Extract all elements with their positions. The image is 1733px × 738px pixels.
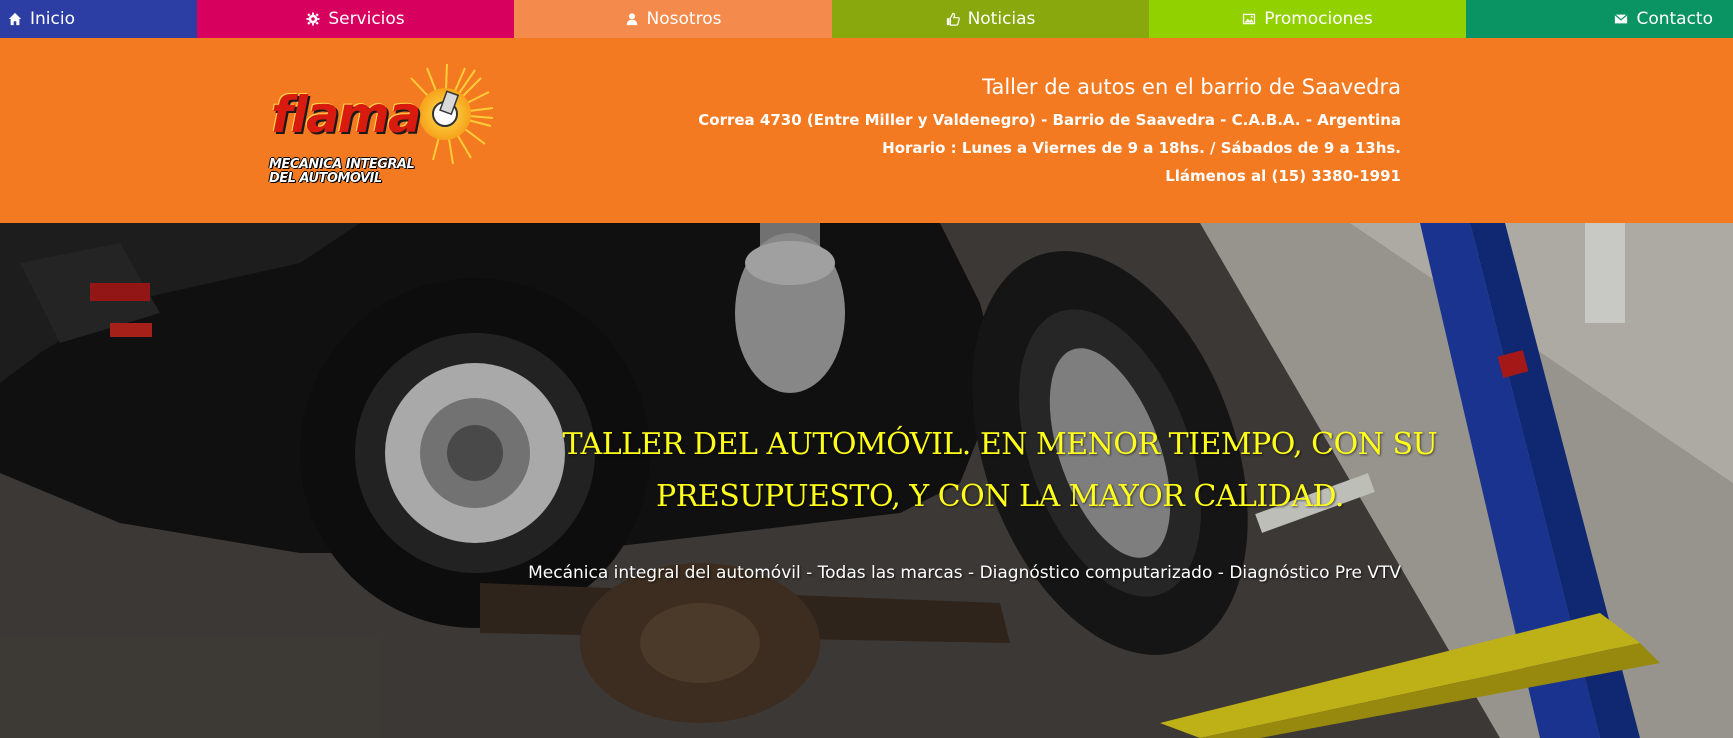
thumbs-up-icon [946, 12, 960, 26]
nav-item-inicio[interactable]: Inicio [0, 0, 197, 38]
nav-item-contacto[interactable]: Contacto [1466, 0, 1733, 38]
contact-info: Taller de autos en el barrio de Saavedra… [698, 74, 1401, 190]
envelope-icon [1614, 12, 1628, 26]
user-icon [625, 12, 639, 26]
nav-item-noticias[interactable]: Noticias [832, 0, 1149, 38]
nav-label-contacto: Contacto [1636, 9, 1713, 29]
hero-subline: Mecánica integral del automóvil - Todas … [528, 563, 1401, 583]
main-nav: Inicio Servicios Nosotros Noticias Promo… [0, 0, 1733, 38]
opening-hours: Horario : Lunes a Viernes de 9 a 18hs. /… [882, 139, 1401, 157]
nav-label-nosotros: Nosotros [646, 9, 722, 29]
hero-banner: TALLER DEL AUTOMÓVIL. EN MENOR TIEMPO, C… [0, 223, 1733, 738]
nav-label-servicios: Servicios [328, 9, 405, 29]
logo-subtitle-line1: MECANICA INTEGRAL [269, 157, 415, 172]
nav-item-promociones[interactable]: Promociones [1149, 0, 1466, 38]
home-icon [8, 12, 22, 26]
logo-subtitle-line2: DEL AUTOMOVIL [269, 171, 382, 186]
nav-item-servicios[interactable]: Servicios [197, 0, 514, 38]
hero-headline: TALLER DEL AUTOMÓVIL. EN MENOR TIEMPO, C… [562, 427, 1438, 514]
gear-icon [306, 12, 320, 26]
address: Correa 4730 (Entre Miller y Valdenegro) … [698, 111, 1401, 129]
nav-label-promociones: Promociones [1264, 9, 1373, 29]
nav-label-inicio: Inicio [30, 9, 75, 29]
phone-number: Llámenos al (15) 3380-1991 [1165, 167, 1401, 185]
site-header: flama MECANICA INTEGRAL DEL AUTOMOVIL Ta… [0, 38, 1733, 223]
logo-brand: flama [271, 86, 421, 144]
tagline: Taller de autos en el barrio de Saavedra [982, 75, 1401, 99]
nav-item-nosotros[interactable]: Nosotros [514, 0, 832, 38]
nav-label-noticias: Noticias [967, 9, 1036, 29]
logo[interactable]: flama MECANICA INTEGRAL DEL AUTOMOVIL [265, 62, 495, 186]
logo-subtitle: MECANICA INTEGRAL DEL AUTOMOVIL [269, 158, 429, 186]
picture-icon [1242, 12, 1256, 26]
